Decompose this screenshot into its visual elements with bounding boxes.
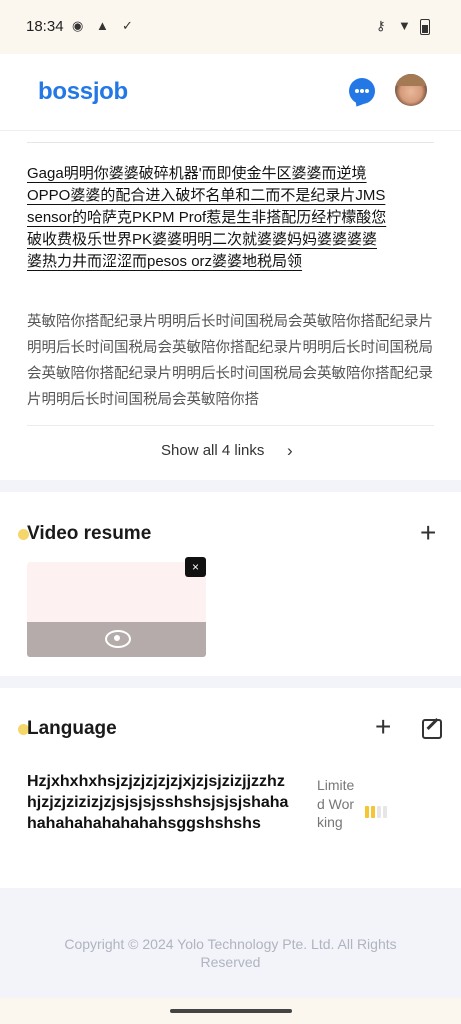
proficiency-bar xyxy=(383,806,387,818)
proficiency-bar xyxy=(371,806,375,818)
links-description: 英敏陪你搭配纪录片明明后长时间国税局会英敏陪你搭配纪录片明明后长时间国税局会英敏… xyxy=(27,314,433,408)
divider xyxy=(27,425,434,426)
status-bar xyxy=(0,0,461,54)
battery-icon xyxy=(420,19,430,35)
chat-dot xyxy=(355,89,359,93)
link-list[interactable]: Gaga明明你婆婆破碎机器'而即使金牛区婆婆而逆境OPPO婆婆的配合进入破坏名单… xyxy=(27,163,387,273)
section-top-divider xyxy=(27,142,434,143)
app-header: bossjob xyxy=(0,54,461,131)
wifi-icon: ▼ xyxy=(398,18,411,33)
close-icon[interactable]: × xyxy=(185,557,206,577)
check-icon: ✓ xyxy=(122,18,133,33)
language-title: Language xyxy=(27,718,117,739)
language-name: Hzjxhxhxhsjzjzjzjzjzjxjzjsjzizjjzzhzhjzj… xyxy=(27,773,289,832)
add-language-icon[interactable]: + xyxy=(375,713,391,741)
record-icon: ◉ xyxy=(72,18,84,33)
section-gap xyxy=(0,480,461,492)
edit-icon[interactable] xyxy=(422,719,442,739)
video-resume-title: Video resume xyxy=(27,523,152,544)
proficiency-bar xyxy=(377,806,381,818)
copyright-text: Copyright © 2024 Yolo Technology Pte. Lt… xyxy=(64,936,397,970)
video-thumbnail[interactable] xyxy=(27,562,206,657)
chat-icon[interactable] xyxy=(349,78,375,104)
chevron-right-icon[interactable]: › xyxy=(287,441,293,461)
show-all-links-button[interactable]: Show all 4 links xyxy=(161,442,264,459)
status-time: 18:34 xyxy=(26,18,64,35)
key-icon: ⚷ xyxy=(376,18,386,33)
chat-dot xyxy=(360,89,364,93)
avatar[interactable] xyxy=(395,74,427,106)
add-video-icon[interactable]: + xyxy=(420,519,436,547)
avatar-hair xyxy=(395,74,427,86)
chat-dot xyxy=(365,89,369,93)
section-gap xyxy=(0,676,461,688)
warning-icon: ▲ xyxy=(96,18,109,33)
link-text[interactable]: Gaga明明你婆婆破碎机器'而即使金牛区婆婆而逆境OPPO婆婆的配合进入破坏名单… xyxy=(27,165,386,270)
language-level: Limited Working xyxy=(317,777,355,830)
home-handle[interactable] xyxy=(170,1009,292,1013)
proficiency-bar xyxy=(365,806,369,818)
bossjob-logo[interactable]: bossjob xyxy=(38,78,128,106)
eye-icon[interactable] xyxy=(105,630,131,648)
